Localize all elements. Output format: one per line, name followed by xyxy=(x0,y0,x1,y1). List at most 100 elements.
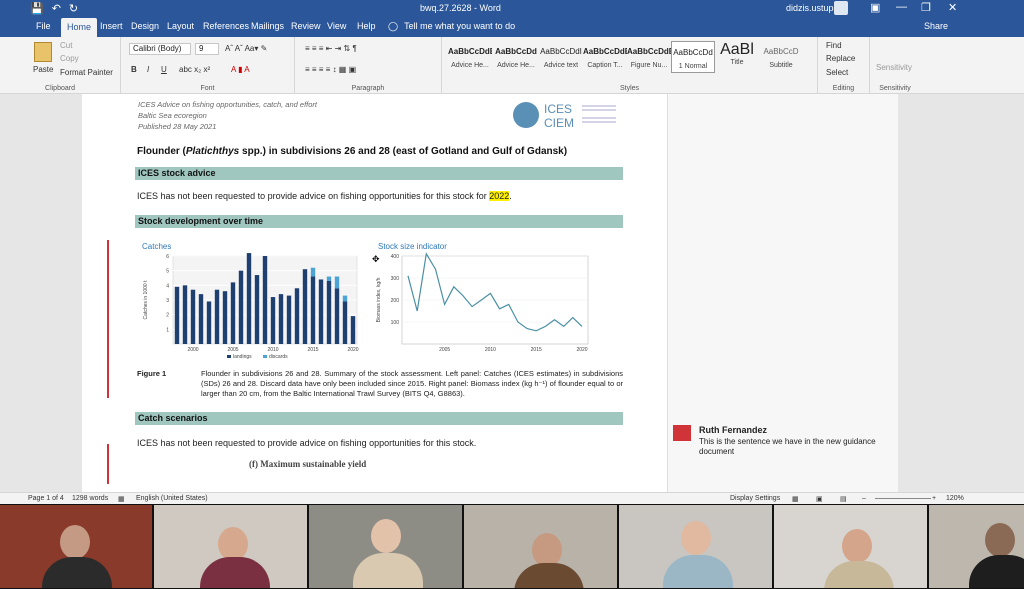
display-settings-button[interactable]: Display Settings xyxy=(730,495,780,502)
format-painter-button[interactable]: Format Painter xyxy=(60,68,113,77)
style-subtitle[interactable]: AaBbCcD Subtitle xyxy=(759,41,803,73)
catches-bar-landings xyxy=(270,297,276,344)
ices-logo: ICES CIEM xyxy=(512,100,620,130)
catches-bar-landings xyxy=(174,286,180,344)
style-caption[interactable]: AaBbCcDdEeCaption T... xyxy=(583,41,627,73)
tab-review[interactable]: Review xyxy=(291,21,321,31)
clipboard-label: Clipboard xyxy=(45,85,75,92)
word-count[interactable]: 1298 words xyxy=(72,495,108,502)
print-layout-icon[interactable]: ▣ xyxy=(816,495,823,503)
replace-button[interactable]: Replace xyxy=(826,54,855,63)
restore-icon[interactable]: ❐ xyxy=(921,1,931,14)
paste-icon[interactable] xyxy=(34,42,52,62)
participant-video-2[interactable] xyxy=(154,505,307,588)
ribbon-tabs: File Home Insert Design Layout Reference… xyxy=(0,17,1024,37)
user-name[interactable]: didzis.ustups xyxy=(786,3,838,13)
change-bar xyxy=(107,444,109,484)
stock-size-chart-title: Stock size indicator xyxy=(378,242,447,251)
section-stock-development: Stock development over time xyxy=(135,215,623,228)
italic-button[interactable]: I xyxy=(147,65,149,74)
read-mode-icon[interactable]: ▦ xyxy=(792,495,799,503)
zoom-level[interactable]: 120% xyxy=(946,495,964,502)
catches-chart: 1 2 3 4 5 6 Catches in 1000 t 2000 2005 2010 2015 2… xyxy=(143,253,359,360)
style-advice-heading-1[interactable]: AaBbCcDdEeAdvice He... xyxy=(448,41,492,73)
title-bar: 💾 ↶ ↻ bwq.27.2628 - Word didzis.ustups ▣… xyxy=(0,0,1024,17)
zoom-slider[interactable] xyxy=(875,498,931,499)
catches-x-tick: 2020 xyxy=(347,347,358,353)
zoom-in-icon[interactable]: + xyxy=(932,495,936,502)
zoom-out-icon[interactable]: – xyxy=(862,495,866,502)
language-indicator[interactable]: English (United States) xyxy=(136,495,208,502)
catches-bar-landings xyxy=(238,270,244,344)
participant-video-5[interactable] xyxy=(619,505,772,588)
align-icon[interactable]: ≡ ≡ ≡ ≡ ↕ ▦ ▣ xyxy=(305,65,356,74)
window-title: bwq.27.2628 - Word xyxy=(420,3,501,13)
legend-landings-swatch xyxy=(227,355,231,358)
catches-bar-landings xyxy=(262,256,268,344)
stock-y-tick: 300 xyxy=(391,276,400,282)
share-button[interactable]: Share xyxy=(924,21,948,31)
participant-body xyxy=(42,557,112,588)
web-layout-icon[interactable]: ▤ xyxy=(840,495,847,503)
style-advice-text[interactable]: AaBbCcDdI Advice text xyxy=(539,41,583,73)
catches-bar-landings xyxy=(350,316,356,344)
change-bar xyxy=(107,240,109,398)
tab-home[interactable]: Home xyxy=(61,18,98,37)
tell-me-box[interactable]: ◯ Tell me what you want to do xyxy=(388,21,515,32)
ribbon: Paste Cut Copy Format Painter Clipboard … xyxy=(0,37,1024,94)
header-line-1: ICES Advice on fishing opportunities, ca… xyxy=(138,100,317,109)
font-color-button[interactable]: A ▮ A xyxy=(231,65,250,74)
find-button[interactable]: Find xyxy=(826,41,842,50)
participant-body xyxy=(824,561,894,588)
tab-mailings[interactable]: Mailings xyxy=(251,21,284,31)
bold-button[interactable]: B xyxy=(131,65,137,74)
font-size-select[interactable]: 9 xyxy=(195,43,219,55)
participant-face xyxy=(681,521,711,555)
catches-bar-landings xyxy=(230,282,236,344)
strikethrough-button[interactable]: abc x₂ x² xyxy=(179,65,210,74)
ribbon-display-icon[interactable]: ▣ xyxy=(870,1,880,14)
select-button[interactable]: Select xyxy=(826,68,848,77)
document-page[interactable]: ICES Advice on fishing opportunities, ca… xyxy=(82,94,667,492)
paragraph-label: Paragraph xyxy=(351,85,385,92)
editing-label: Editing xyxy=(832,85,855,92)
catches-bar-discards xyxy=(342,295,348,302)
redo-icon[interactable]: ↻ xyxy=(69,2,78,15)
tab-file[interactable]: File xyxy=(36,21,51,31)
bullets-icon[interactable]: ≡ ≡ ≡ ⇤ ⇥ ⇅ ¶ xyxy=(305,44,357,53)
style-figure-number[interactable]: AaBbCcDdEeFigure Nu... xyxy=(627,41,671,73)
font-name-select[interactable]: Calibri (Body) xyxy=(129,43,191,55)
page-count[interactable]: Page 1 of 4 xyxy=(28,495,64,502)
video-participants-strip xyxy=(0,504,1024,589)
participant-video-1[interactable] xyxy=(0,505,152,588)
cut-button[interactable]: Cut xyxy=(60,41,72,50)
participant-video-7[interactable] xyxy=(929,505,1024,588)
participant-video-6[interactable] xyxy=(774,505,927,588)
catches-bar-landings xyxy=(342,301,348,344)
participant-video-3[interactable] xyxy=(309,505,462,588)
copy-button[interactable]: Copy xyxy=(60,54,79,63)
participant-video-4[interactable] xyxy=(464,505,617,588)
grow-font-icon[interactable]: Aˆ Aˇ Aa▾ ✎ xyxy=(225,44,267,53)
catches-bar-discards xyxy=(334,276,340,289)
sensitivity-button[interactable]: Sensitivity xyxy=(876,63,912,72)
tab-layout[interactable]: Layout xyxy=(167,21,194,31)
catches-bar-landings xyxy=(334,288,340,344)
tab-references[interactable]: References xyxy=(203,21,249,31)
tab-help[interactable]: Help xyxy=(357,21,376,31)
style-title[interactable]: AaBl Title xyxy=(715,41,759,73)
paste-button[interactable]: Paste xyxy=(33,65,53,74)
minimize-icon[interactable]: — xyxy=(896,1,907,13)
close-icon[interactable]: ✕ xyxy=(948,1,957,14)
undo-icon[interactable]: ↶ xyxy=(52,2,61,15)
tab-view[interactable]: View xyxy=(327,21,346,31)
section-ices-stock-advice: ICES stock advice xyxy=(135,167,623,180)
avatar[interactable] xyxy=(834,1,848,15)
underline-button[interactable]: U xyxy=(161,65,167,74)
style-advice-heading-2[interactable]: AaBbCcDd Advice He... xyxy=(494,41,538,73)
tab-insert[interactable]: Insert xyxy=(100,21,123,31)
save-icon[interactable]: 💾 xyxy=(30,2,44,15)
tab-design[interactable]: Design xyxy=(131,21,159,31)
proofing-icon[interactable]: ▦ xyxy=(118,495,125,503)
style-normal[interactable]: AaBbCcDd 1 Normal xyxy=(671,41,715,73)
